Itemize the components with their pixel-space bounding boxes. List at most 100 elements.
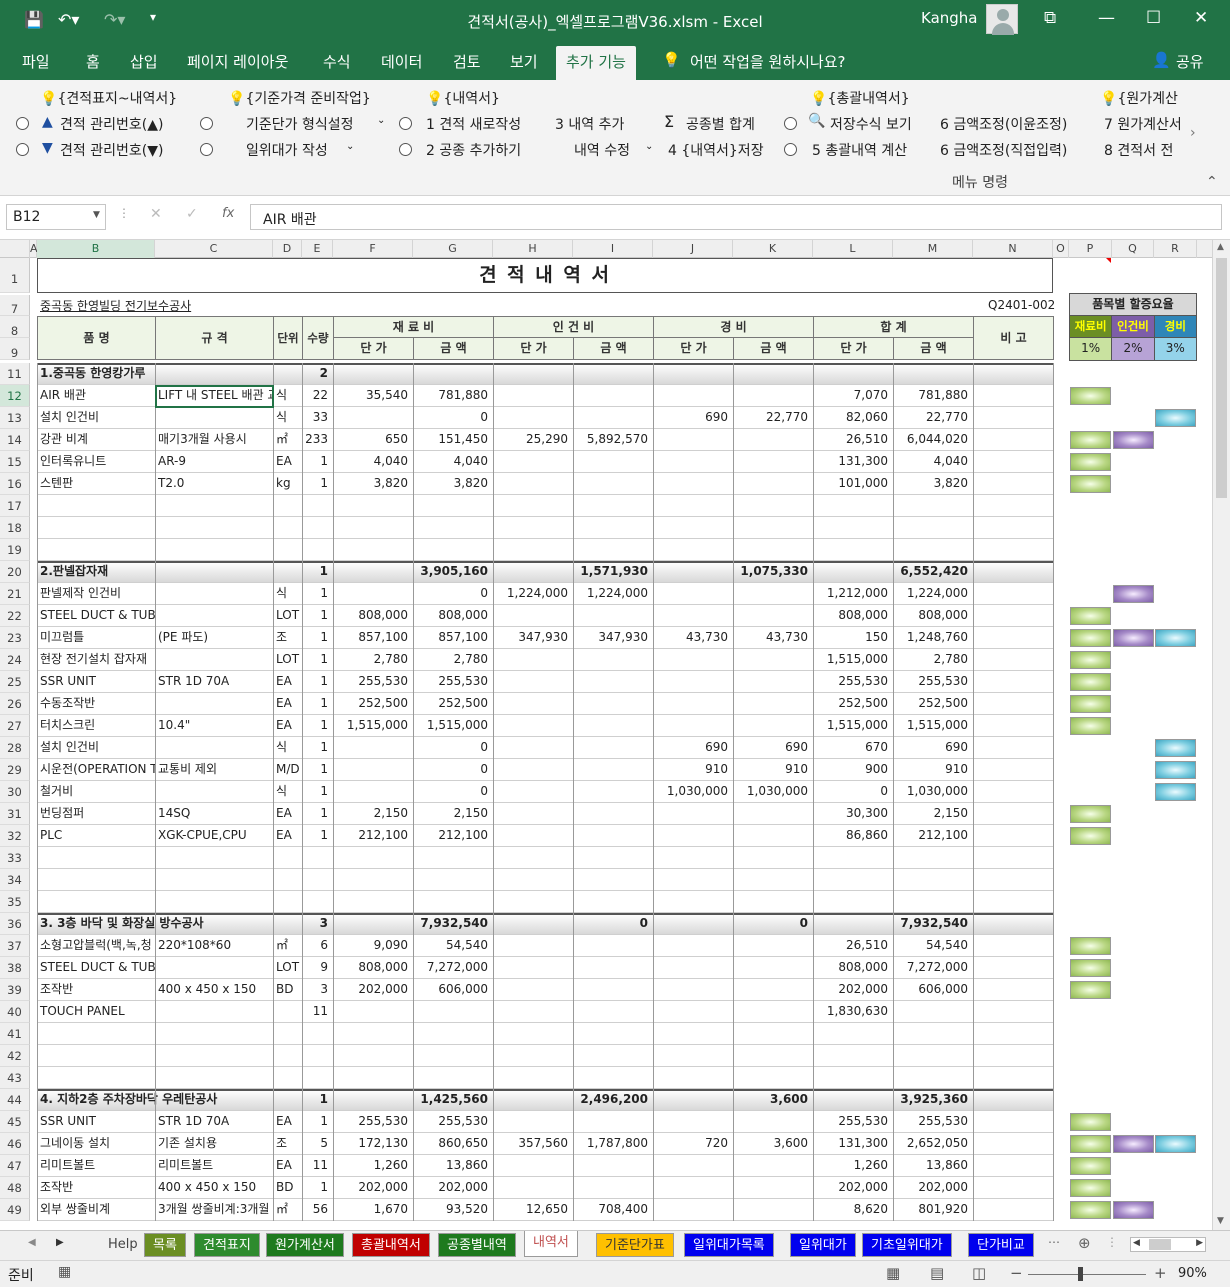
cell-l[interactable]: 252,500 [813,693,893,715]
material-markup-button[interactable] [1070,475,1111,493]
scroll-left-icon[interactable]: ◀ [1133,1238,1140,1248]
markup-material-rate[interactable]: 1% [1070,338,1113,360]
material-markup-button[interactable] [1070,805,1111,823]
cell-i[interactable]: 347,930 [573,627,653,649]
row-header[interactable]: 34 [0,869,30,891]
material-markup-button[interactable] [1070,695,1111,713]
zoom-in-icon[interactable]: + [1154,1264,1167,1282]
cell-b[interactable]: SSR UNIT [37,1111,155,1133]
zoom-out-icon[interactable]: − [1010,1264,1023,1282]
sheet-tab[interactable]: 기초일위대가 [862,1233,952,1257]
sheet-tab[interactable]: 일위대가 [790,1233,856,1257]
unit-cost-create-button[interactable]: 일위대가 작성 [246,140,328,160]
cell-m[interactable]: 1,030,000 [893,781,973,803]
cell-b[interactable]: 현장 전기설치 잡자재 [37,649,155,671]
cell-g[interactable]: 2,780 [413,649,493,671]
row-header[interactable]: 20 [0,561,30,583]
vertical-scrollbar[interactable]: ▲ ▼ [1212,240,1230,1230]
cell-c[interactable]: 220*108*60 [155,935,273,957]
row-header[interactable]: 26 [0,693,30,715]
cell-e[interactable]: 1 [302,627,333,649]
radio-option[interactable] [399,143,412,156]
cell-f[interactable]: 202,000 [333,979,413,1001]
cell-g[interactable]: 0 [413,781,493,803]
tab-add-ins[interactable]: 추가 기능 [556,46,636,80]
collapse-ribbon-icon[interactable]: ⌃ [1206,174,1218,190]
row-header[interactable]: 38 [0,957,30,979]
cell-c[interactable]: 400 x 450 x 150 [155,1177,273,1199]
cell-d[interactable]: kg [273,473,302,495]
column-header-g[interactable]: G [413,240,493,258]
cell-c[interactable]: XGK-CPUE,CPU [155,825,273,847]
add-sheet-icon[interactable]: ⊕ [1078,1234,1091,1252]
cell-g[interactable]: 212,100 [413,825,493,847]
sheet-tab[interactable]: 단가비교 [968,1233,1034,1257]
radio-option[interactable] [784,143,797,156]
base-price-format-button[interactable]: 기준단가 형식설정 [246,114,354,134]
cell-c[interactable]: 10.4" [155,715,273,737]
hscroll-thumb[interactable] [1149,1239,1171,1250]
cell-m[interactable]: 4,040 [893,451,973,473]
cell-m[interactable]: 7,272,000 [893,957,973,979]
material-markup-button[interactable] [1070,629,1111,647]
row-header[interactable]: 28 [0,737,30,759]
tab-review[interactable]: 검토 [453,51,481,72]
cell-f[interactable]: 2,150 [333,803,413,825]
cell-m[interactable]: 6,044,020 [893,429,973,451]
material-markup-button[interactable] [1070,387,1111,405]
cell-b[interactable]: 미끄럼틀 [37,627,155,649]
ribbon-display-icon[interactable]: ⧉ [1044,8,1056,28]
cell-d[interactable]: LOT [273,957,302,979]
labor-markup-button[interactable] [1113,431,1154,449]
row-header[interactable]: 11 [0,363,30,385]
cell-e[interactable]: 1 [302,605,333,627]
cell-e[interactable]: 11 [302,1001,333,1023]
cell-h[interactable]: 1,224,000 [493,583,573,605]
tab-formulas[interactable]: 수식 [323,51,351,72]
section-cell-b[interactable]: 3. 3층 바닥 및 화장실 방수공사 [37,913,204,935]
column-header-b[interactable]: B [37,240,155,258]
material-markup-button[interactable] [1070,937,1111,955]
cell-b[interactable]: 수동조작반 [37,693,155,715]
expense-markup-button[interactable] [1155,739,1196,757]
section-cell-e[interactable]: 1 [302,1089,333,1111]
cell-d[interactable]: EA [273,693,302,715]
cell-c[interactable]: STR 1D 70A [155,1111,273,1133]
column-header-f[interactable]: F [333,240,413,258]
expense-markup-button[interactable] [1155,1135,1196,1153]
cell-b[interactable]: 그네이동 설치 [37,1133,155,1155]
cell-j[interactable]: 910 [653,759,733,781]
cell-l[interactable]: 1,212,000 [813,583,893,605]
cell-k[interactable]: 1,030,000 [733,781,813,803]
scroll-thumb[interactable] [1216,258,1227,498]
sheet-tab[interactable]: 견적표지 [194,1233,260,1257]
cell-k[interactable]: 22,770 [733,407,813,429]
cell-b[interactable]: STEEL DUCT & TUBE [37,957,155,979]
cell-l[interactable]: 1,830,630 [813,1001,893,1023]
cell-b[interactable]: 리미트볼트 [37,1155,155,1177]
row-header[interactable]: 19 [0,539,30,561]
cell-f[interactable]: 1,670 [333,1199,413,1221]
cell-g[interactable]: 606,000 [413,979,493,1001]
radio-option[interactable] [200,143,213,156]
tab-insert[interactable]: 삽입 [130,51,158,72]
material-markup-button[interactable] [1070,607,1111,625]
section-cell-k[interactable]: 1,075,330 [733,561,813,583]
cell-g[interactable]: 93,520 [413,1199,493,1221]
cell-m[interactable]: 2,780 [893,649,973,671]
material-markup-button[interactable] [1070,1201,1111,1219]
sheet-tab[interactable]: 총괄내역서 [352,1233,430,1257]
next-sheet-icon[interactable]: ▶ [56,1237,64,1248]
cell-f[interactable]: 1,515,000 [333,715,413,737]
material-markup-button[interactable] [1070,1157,1111,1175]
sheet-tab[interactable]: 공종별내역 [438,1233,516,1257]
cell-e[interactable]: 1 [302,671,333,693]
row-header[interactable]: 13 [0,407,30,429]
section-cell-i[interactable]: 1,571,930 [573,561,653,583]
cell-l[interactable]: 101,000 [813,473,893,495]
section-cell-e[interactable]: 2 [302,363,333,385]
cell-l[interactable]: 808,000 [813,605,893,627]
cell-g[interactable]: 857,100 [413,627,493,649]
more-sheets-icon[interactable]: ⋯ [1048,1235,1060,1249]
row-header[interactable]: 31 [0,803,30,825]
